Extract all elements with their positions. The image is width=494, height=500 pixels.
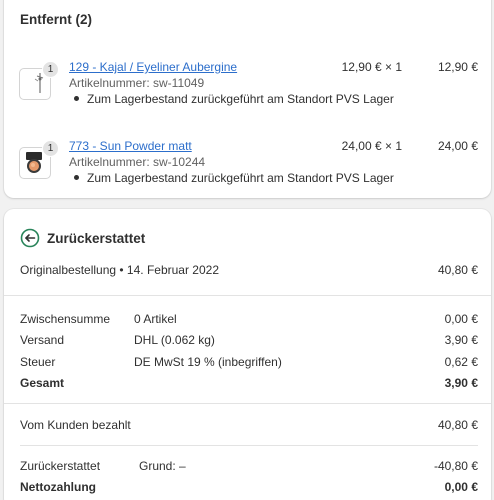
product-thumbnail: 1 bbox=[19, 61, 59, 100]
divider bbox=[20, 445, 478, 446]
item-unit-price: 24,00 € × 1 bbox=[341, 139, 402, 153]
summary-detail: DE MwSt 19 % (inbegriffen) bbox=[134, 355, 282, 369]
refunded-amount: -40,80 € bbox=[433, 459, 478, 473]
paid-label: Vom Kunden bezahlt bbox=[20, 418, 131, 432]
bullet-dot-icon bbox=[74, 175, 79, 181]
net-amount: 0,00 € bbox=[444, 480, 478, 494]
product-thumbnail: 1 bbox=[19, 140, 59, 179]
restock-note: Zum Lagerbestand zurückgeführt am Stando… bbox=[74, 171, 394, 185]
summary-amount: 0,62 € bbox=[444, 355, 478, 369]
summary-label: Zwischensumme bbox=[20, 312, 111, 326]
summary-row-total: Gesamt 3,90 € bbox=[4, 376, 491, 392]
refunded-reason: Grund: – bbox=[139, 459, 186, 473]
summary-row-tax: Steuer DE MwSt 19 % (inbegriffen) 0,62 € bbox=[4, 355, 491, 371]
summary-row-subtotal: Zwischensumme 0 Artikel 0,00 € bbox=[4, 312, 491, 328]
refund-summary-card: Zurückerstattet Originalbestellung • 14.… bbox=[4, 209, 491, 500]
summary-label: Steuer bbox=[20, 355, 56, 369]
original-order-amount: 40,80 € bbox=[437, 263, 478, 277]
total-amount: 3,90 € bbox=[444, 376, 478, 390]
removed-section-title: Entfernt (2) bbox=[20, 12, 92, 27]
line-item: 1 773 - Sun Powder matt Artikelnummer: s… bbox=[4, 139, 491, 219]
restock-note-text: Zum Lagerbestand zurückgeführt am Stando… bbox=[87, 92, 394, 106]
item-unit-price: 12,90 € × 1 bbox=[341, 60, 402, 74]
original-order-label: Originalbestellung • 14. Februar 2022 bbox=[20, 263, 219, 277]
summary-amount: 3,90 € bbox=[444, 333, 478, 347]
total-label: Gesamt bbox=[20, 376, 65, 390]
summary-amount: 0,00 € bbox=[444, 312, 478, 326]
product-link[interactable]: 773 - Sun Powder matt bbox=[69, 139, 192, 153]
removed-items-card: Entfernt (2) 1 129 - Kajal / Eyeliner Au… bbox=[4, 0, 491, 198]
bullet-dot-icon bbox=[74, 96, 79, 102]
product-sku: Artikelnummer: sw-11049 bbox=[69, 76, 205, 90]
quantity-badge: 1 bbox=[42, 61, 59, 78]
divider bbox=[4, 295, 491, 296]
original-order-row: Originalbestellung • 14. Februar 2022 40… bbox=[4, 263, 491, 279]
product-sku: Artikelnummer: sw-10244 bbox=[69, 155, 206, 169]
quantity-badge: 1 bbox=[42, 140, 59, 157]
net-label: Nettozahlung bbox=[20, 480, 96, 494]
refunded-row: Zurückerstattet Grund: – -40,80 € bbox=[4, 459, 491, 475]
item-total-price: 12,90 € bbox=[437, 60, 478, 74]
summary-row-shipping: Versand DHL (0.062 kg) 3,90 € bbox=[4, 333, 491, 349]
line-item: 1 129 - Kajal / Eyeliner Aubergine Artik… bbox=[4, 60, 491, 140]
refund-arrow-icon bbox=[20, 228, 40, 248]
net-payment-row: Nettozahlung 0,00 € bbox=[4, 480, 491, 496]
paid-amount: 40,80 € bbox=[437, 418, 478, 432]
restock-note: Zum Lagerbestand zurückgeführt am Stando… bbox=[74, 92, 394, 106]
product-link[interactable]: 129 - Kajal / Eyeliner Aubergine bbox=[69, 60, 237, 74]
divider bbox=[4, 403, 491, 404]
paid-by-customer-row: Vom Kunden bezahlt 40,80 € bbox=[4, 418, 491, 434]
summary-label: Versand bbox=[20, 333, 65, 347]
refund-section-title: Zurückerstattet bbox=[47, 231, 146, 246]
summary-detail: DHL (0.062 kg) bbox=[134, 333, 215, 347]
refunded-label: Zurückerstattet bbox=[20, 459, 101, 473]
summary-detail: 0 Artikel bbox=[134, 312, 177, 326]
restock-note-text: Zum Lagerbestand zurückgeführt am Stando… bbox=[87, 171, 394, 185]
item-total-price: 24,00 € bbox=[437, 139, 478, 153]
